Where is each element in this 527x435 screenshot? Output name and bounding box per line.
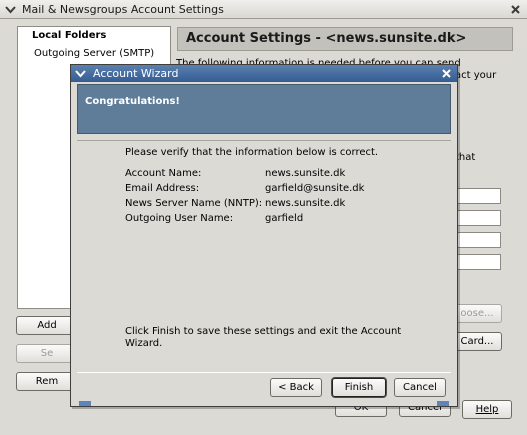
tree-item-local-folders[interactable]: Local Folders — [18, 27, 168, 45]
set-default-button[interactable]: Se — [16, 344, 78, 363]
summary-value: news.sunsite.dk — [265, 168, 346, 179]
card-button[interactable]: Card... — [452, 332, 502, 351]
close-icon[interactable] — [509, 3, 522, 16]
choose-button[interactable]: oose... — [452, 304, 502, 323]
settings-text-field[interactable] — [456, 188, 501, 204]
wizard-cancel-button[interactable]: Cancel — [394, 378, 446, 397]
summary-value: garfield@sunsite.dk — [265, 183, 365, 194]
account-wizard-dialog: Account Wizard Congratulations! Please v… — [70, 64, 458, 407]
settings-text-field[interactable] — [456, 254, 501, 270]
finish-note: Click Finish to save these settings and … — [125, 326, 402, 349]
chevron-down-icon[interactable] — [74, 67, 87, 80]
summary-label: News Server Name (NNTP): — [125, 198, 263, 209]
summary-label: Email Address: — [125, 183, 200, 194]
settings-info-fragment: that — [455, 152, 476, 163]
tree-item-label: Local Folders — [32, 30, 107, 41]
summary-label: Account Name: — [125, 168, 202, 179]
dialog-title: Account Wizard — [93, 67, 179, 80]
finish-button[interactable]: Finish — [332, 378, 386, 397]
verify-instruction: Please verify that the information below… — [125, 147, 379, 158]
back-button[interactable]: < Back — [270, 378, 322, 397]
summary-value: news.sunsite.dk — [265, 198, 346, 209]
window-titlebar[interactable]: Mail & Newsgroups Account Settings — [0, 0, 527, 19]
tree-item-label: Outgoing Server (SMTP) — [34, 48, 155, 59]
close-icon[interactable] — [440, 67, 453, 80]
settings-text-field[interactable] — [456, 232, 501, 248]
resize-grip-right[interactable] — [437, 401, 449, 406]
remove-account-button[interactable]: Rem — [16, 372, 78, 391]
add-account-button[interactable]: Add — [16, 316, 78, 335]
dialog-titlebar[interactable]: Account Wizard — [71, 65, 457, 82]
settings-header: Account Settings - <news.sunsite.dk> — [177, 27, 513, 51]
wizard-body: Please verify that the information below… — [77, 140, 451, 373]
wizard-heading: Congratulations! — [85, 96, 180, 107]
summary-label: Outgoing User Name: — [125, 213, 234, 224]
settings-text-field[interactable] — [456, 210, 501, 226]
settings-info-fragment: act your — [455, 70, 497, 81]
wizard-banner: Congratulations! — [77, 84, 451, 134]
window-title: Mail & Newsgroups Account Settings — [22, 3, 224, 16]
tree-item-outgoing-server[interactable]: Outgoing Server (SMTP) — [18, 45, 168, 63]
help-button[interactable]: Help — [462, 400, 512, 419]
chevron-down-icon[interactable] — [4, 3, 17, 16]
resize-grip-left[interactable] — [79, 401, 91, 406]
summary-value: garfield — [265, 213, 304, 224]
